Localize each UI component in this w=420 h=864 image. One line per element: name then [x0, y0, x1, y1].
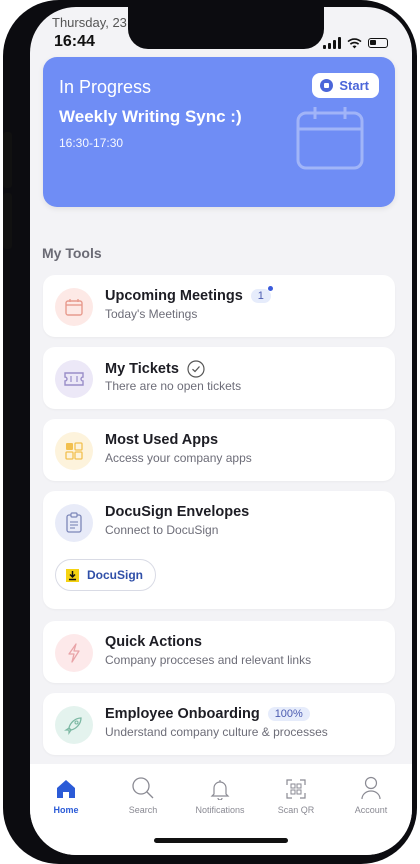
calendar-decoration-icon: [296, 107, 364, 170]
tab-notifications[interactable]: Notifications: [185, 774, 255, 815]
user-icon: [336, 774, 406, 800]
notch: [128, 7, 324, 49]
lightning-icon: [55, 634, 93, 672]
battery-icon: [368, 38, 388, 48]
tool-my-tickets[interactable]: My Tickets There are no open tickets: [43, 347, 395, 409]
tool-title-text: My Tickets: [105, 361, 179, 377]
tool-title: Employee Onboarding 100%: [105, 706, 310, 722]
qr-icon: [261, 774, 331, 800]
wifi-icon: [347, 37, 362, 48]
home-indicator[interactable]: [154, 838, 288, 843]
status-icons: [323, 37, 388, 49]
bell-icon: [185, 774, 255, 800]
apps-grid-icon: [55, 432, 93, 470]
progress-badge: 100%: [267, 707, 310, 721]
rocket-icon: [55, 706, 93, 744]
section-title-my-tools: My Tools: [42, 245, 102, 261]
phone-frame: Thursday, 23 16:44 In Progress Weekly Wr…: [3, 0, 417, 864]
tool-title-text: Upcoming Meetings: [105, 288, 243, 304]
search-icon: [108, 774, 178, 800]
tool-title-text: Most Used Apps: [105, 432, 219, 448]
tool-title: Most Used Apps: [105, 432, 218, 448]
calendar-icon: [55, 288, 93, 326]
docusign-connect-button[interactable]: DocuSign: [55, 559, 156, 591]
tool-title: My Tickets: [105, 360, 205, 378]
tab-label: Scan QR: [277, 805, 315, 815]
in-progress-card[interactable]: In Progress Weekly Writing Sync :) 16:30…: [43, 57, 395, 207]
tab-label: Notifications: [195, 805, 245, 815]
clipboard-icon: [55, 504, 93, 542]
tool-title: DocuSign Envelopes: [105, 504, 249, 520]
lock-date: Thursday, 23: [52, 15, 127, 30]
check-circle-icon: [187, 360, 205, 378]
tab-home[interactable]: Home: [31, 774, 101, 815]
tab-label: Home: [53, 805, 79, 815]
tool-upcoming-meetings[interactable]: Upcoming Meetings 1 Today's Meetings: [43, 275, 395, 337]
tool-subtitle: Connect to DocuSign: [105, 523, 219, 537]
start-button[interactable]: Start: [312, 73, 379, 98]
tool-title: Quick Actions: [105, 634, 202, 650]
home-icon: [31, 774, 101, 800]
tab-search[interactable]: Search: [108, 774, 178, 815]
tool-title: Upcoming Meetings 1: [105, 286, 273, 304]
tool-most-used-apps[interactable]: Most Used Apps Access your company apps: [43, 419, 395, 481]
docusign-logo-icon: [66, 568, 79, 582]
tool-title-text: Employee Onboarding: [105, 706, 260, 722]
tab-label: Account: [354, 805, 388, 815]
meeting-time: 16:30-17:30: [59, 136, 124, 150]
signal-icon: [323, 37, 341, 49]
tab-account[interactable]: Account: [336, 774, 406, 815]
meeting-count-badge: 1: [250, 286, 273, 303]
tool-docusign-envelopes[interactable]: DocuSign Envelopes Connect to DocuSign D…: [43, 491, 395, 609]
tool-quick-actions[interactable]: Quick Actions Company procceses and rele…: [43, 621, 395, 683]
volume-down-button: [3, 193, 12, 249]
tab-label: Search: [128, 805, 158, 815]
tool-subtitle: There are no open tickets: [105, 379, 242, 393]
badge-dot: [267, 286, 273, 291]
badge-text: 1: [257, 290, 264, 302]
in-progress-title: In Progress: [59, 77, 152, 97]
meeting-name: Weekly Writing Sync :): [59, 107, 242, 126]
tool-subtitle: Understand company culture & processes: [105, 725, 328, 739]
app-screen: Thursday, 23 16:44 In Progress Weekly Wr…: [30, 7, 412, 855]
start-button-label: Start: [339, 78, 369, 93]
tool-subtitle: Company procceses and relevant links: [105, 653, 312, 667]
volume-up-button: [3, 132, 12, 188]
tool-subtitle: Today's Meetings: [105, 307, 198, 321]
tool-title-text: DocuSign Envelopes: [105, 504, 250, 520]
status-time: 16:44: [54, 33, 95, 50]
tool-subtitle: Access your company apps: [105, 451, 252, 465]
tool-employee-onboarding[interactable]: Employee Onboarding 100% Understand comp…: [43, 693, 395, 755]
tool-title-text: Quick Actions: [105, 634, 202, 650]
tab-scan-qr[interactable]: Scan QR: [261, 774, 331, 815]
ticket-icon: [55, 360, 93, 398]
docusign-button-label: DocuSign: [87, 568, 143, 582]
video-icon: [320, 79, 334, 92]
